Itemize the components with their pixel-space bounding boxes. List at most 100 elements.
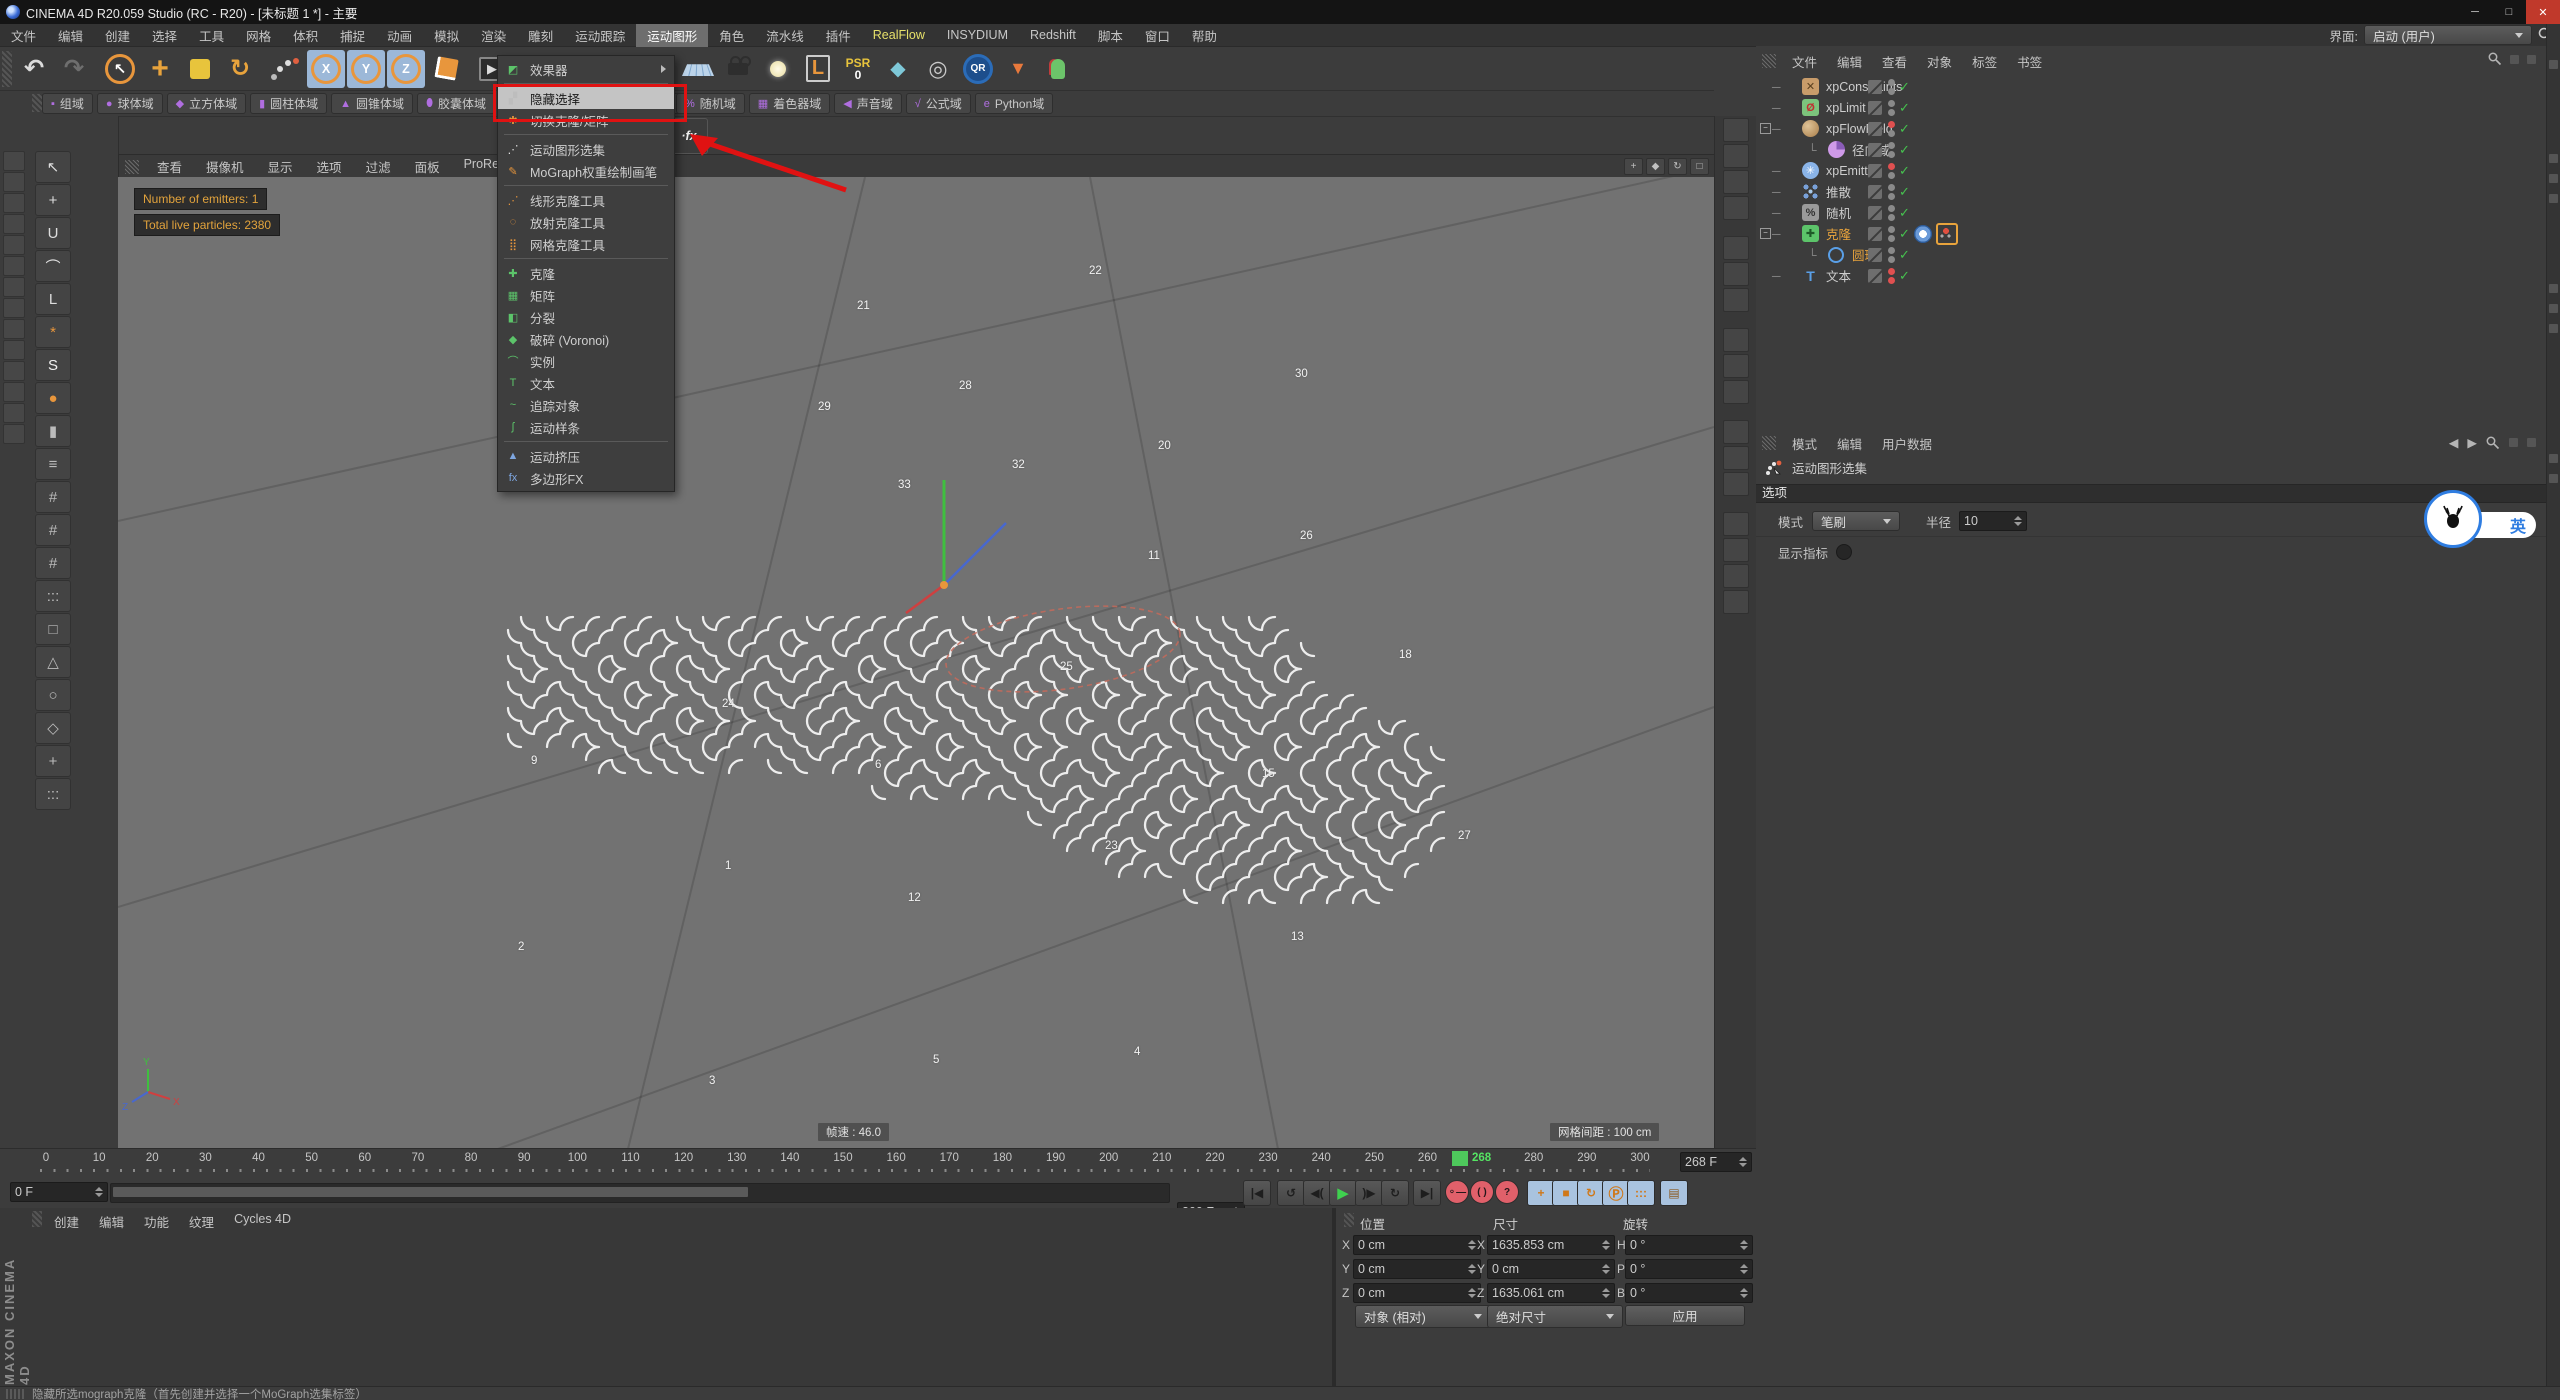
menu-Redshift[interactable]: Redshift (1019, 26, 1087, 44)
dock-icon[interactable] (1723, 262, 1749, 286)
menu-item-分裂[interactable]: ◧分裂 (498, 306, 674, 328)
object-row-克隆[interactable]: −─✚克隆✓ (1756, 223, 2546, 244)
dock-icon[interactable] (2549, 174, 2558, 183)
position-mode-select[interactable]: 对象 (相对) (1355, 1305, 1491, 1328)
rotation-h-field[interactable]: 0 ° (1625, 1235, 1753, 1255)
dock-icon[interactable]: △ (35, 646, 71, 678)
dock-icon[interactable] (2549, 304, 2558, 313)
key-pla-toggle[interactable]: ::: (1627, 1180, 1655, 1206)
dock-icon[interactable] (1723, 236, 1749, 260)
visibility-dots[interactable] (1888, 268, 1895, 284)
viewport[interactable]: 查看摄像机显示选项过滤面板ProRender + ◆ ↻ □ 透视视图 (118, 116, 1714, 1148)
am-lock-icon[interactable] (2509, 438, 2518, 447)
key-scale-toggle[interactable]: ■ (1552, 1180, 1580, 1206)
visibility-dot[interactable] (1888, 172, 1895, 179)
z-axis-lock-icon[interactable]: Z (387, 50, 425, 88)
menu-体积[interactable]: 体积 (282, 24, 329, 47)
dock-icon[interactable]: U (35, 217, 71, 249)
enabled-check-icon[interactable]: ✓ (1899, 226, 1910, 242)
record-question-button[interactable]: ? (1495, 1180, 1519, 1204)
field-button-圆锥体域[interactable]: ▲圆锥体域 (331, 93, 413, 114)
dock-icon[interactable]: # (35, 481, 71, 513)
menu-流水线[interactable]: 流水线 (755, 24, 815, 47)
viewport-menu-选项[interactable]: 选项 (305, 155, 354, 178)
dock-icon[interactable] (2549, 60, 2558, 69)
visibility-dot[interactable] (1888, 247, 1895, 254)
stepper-icon[interactable] (1464, 1288, 1476, 1298)
viewport-menu-显示[interactable]: 显示 (256, 155, 305, 178)
dock-icon[interactable] (3, 424, 25, 444)
menu-item-网格克隆工具[interactable]: ⣿网格克隆工具 (498, 233, 674, 255)
dock-icon[interactable] (1723, 288, 1749, 312)
minimize-button[interactable]: ─ (2458, 0, 2492, 24)
viewport-menu-摄像机[interactable]: 摄像机 (194, 155, 256, 178)
ornament-icon[interactable]: ◆ (879, 50, 917, 88)
dock-icon[interactable]: # (35, 547, 71, 579)
om-menu-对象[interactable]: 对象 (1917, 50, 1962, 73)
toolbar-grip[interactable] (2, 51, 12, 87)
dock-icon[interactable] (3, 235, 25, 255)
goto-end-button[interactable]: ▶| (1413, 1180, 1441, 1206)
dock-icon[interactable]: L (35, 283, 71, 315)
object-row-径向域[interactable]: └径向域✓ (1756, 139, 2546, 160)
am-menu-模式[interactable]: 模式 (1782, 432, 1827, 455)
menu-工具[interactable]: 工具 (188, 24, 235, 47)
om-menu-书签[interactable]: 书签 (2007, 50, 2052, 73)
am-menu-icon[interactable] (2527, 438, 2536, 447)
expander-icon[interactable]: − (1760, 123, 1771, 134)
last-tool-icon[interactable] (261, 50, 299, 88)
size-y-field[interactable]: 0 cm (1487, 1259, 1615, 1279)
visibility-dot[interactable] (1888, 100, 1895, 107)
menu-RealFlow[interactable]: RealFlow (862, 26, 936, 44)
field-button-公式域[interactable]: √公式域 (906, 93, 971, 114)
visibility-dots[interactable] (1888, 247, 1895, 263)
enabled-check-icon[interactable]: ✓ (1899, 142, 1910, 158)
field-button-着色器域[interactable]: ▦着色器域 (749, 93, 830, 114)
visibility-dot[interactable] (1888, 130, 1895, 137)
mm-menu-Cycles 4D[interactable]: Cycles 4D (224, 1210, 301, 1233)
dock-icon[interactable]: ::: (35, 580, 71, 612)
menu-角色[interactable]: 角色 (708, 24, 755, 47)
visibility-dot[interactable] (1888, 214, 1895, 221)
dock-icon[interactable] (1723, 472, 1749, 496)
viewport-menu-查看[interactable]: 查看 (145, 155, 194, 178)
menu-插件[interactable]: 插件 (815, 24, 862, 47)
enabled-check-icon[interactable]: ✓ (1899, 247, 1910, 263)
dock-icon[interactable]: ::: (35, 778, 71, 810)
coordinate-system-icon[interactable] (427, 50, 465, 88)
dock-icon[interactable]: S (35, 349, 71, 381)
stepper-icon[interactable] (1736, 1264, 1748, 1274)
ime-logo-icon[interactable] (2424, 490, 2482, 548)
dock-icon[interactable] (3, 277, 25, 297)
x-axis-lock-icon[interactable]: X (307, 50, 345, 88)
radius-field[interactable]: 10 (1959, 511, 2027, 531)
expander-icon[interactable]: − (1760, 228, 1771, 239)
dock-icon[interactable] (1723, 420, 1749, 444)
viewport-grip[interactable] (125, 160, 139, 174)
dock-icon[interactable] (1723, 380, 1749, 404)
dock-icon[interactable] (1723, 538, 1749, 562)
effector-tag-icon[interactable] (1914, 225, 1932, 243)
om-filter-icon[interactable] (2510, 55, 2519, 64)
viewport-canvas[interactable]: Y X Z 2122282930333220261125249615123271… (118, 177, 1714, 1149)
light-icon[interactable] (759, 50, 797, 88)
dock-icon[interactable] (2549, 284, 2558, 293)
dock-icon[interactable]: ◇ (35, 712, 71, 744)
loop-forward-button[interactable]: ↻ (1381, 1180, 1409, 1206)
layer-chip[interactable] (1868, 185, 1882, 199)
rotate-icon[interactable]: ↻ (221, 50, 259, 88)
dock-icon[interactable] (1723, 354, 1749, 378)
enabled-check-icon[interactable]: ✓ (1899, 184, 1910, 200)
object-row-xpEmitter[interactable]: ─✳xpEmitter✓ (1756, 160, 2546, 181)
dock-icon[interactable]: ● (35, 382, 71, 414)
key-parameter-toggle[interactable]: Ⓟ (1602, 1180, 1630, 1206)
object-row-xpConstraints[interactable]: ─✕xpConstraints✓ (1756, 76, 2546, 97)
menu-item-运动挤压[interactable]: ▲运动挤压 (498, 445, 674, 467)
mode-select[interactable]: 笔刷 (1812, 511, 1900, 531)
layer-chip[interactable] (1868, 80, 1882, 94)
visibility-dots[interactable] (1888, 100, 1895, 116)
layer-chip[interactable] (1868, 269, 1882, 283)
axis-gizmo[interactable] (906, 480, 1006, 613)
layer-chip[interactable] (1868, 248, 1882, 262)
dock-icon[interactable] (1723, 446, 1749, 470)
